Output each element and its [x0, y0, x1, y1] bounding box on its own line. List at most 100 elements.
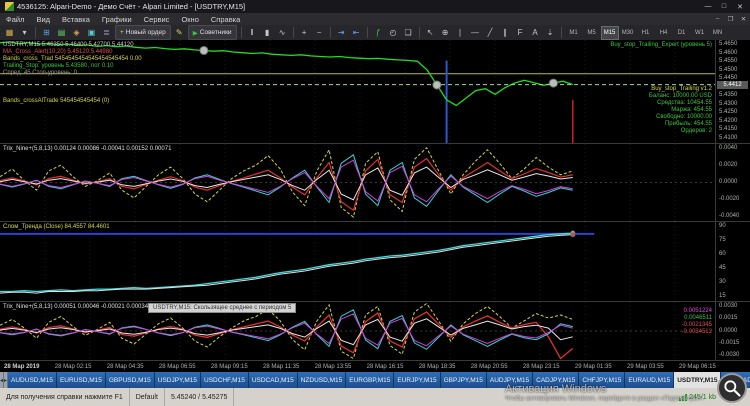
series-trix2-red — [0, 311, 574, 360]
oscillator-pane-1[interactable]: 0.0040 0.0020 0.0000 -0.0020 -0.0040 Trix_Nin… — [0, 144, 750, 221]
chart-tab-audusd[interactable]: AUDUSD,M15 — [8, 372, 57, 388]
line-chart-icon[interactable]: ∿ — [275, 25, 290, 40]
autotrading-button[interactable]: ▶ Советники — [187, 25, 237, 40]
arrows-icon[interactable]: ⇣ — [543, 25, 558, 40]
candles-chart-icon[interactable]: ▮ — [260, 25, 275, 40]
timeframe-button-m15[interactable]: M15 — [600, 25, 619, 40]
terminal-icon[interactable]: ▣ — [84, 25, 99, 40]
bars-chart-icon[interactable]: ‖ — [245, 25, 260, 40]
toolbar-separator — [329, 27, 331, 38]
time-axis-label: 29 Мар 03:55 — [626, 363, 664, 370]
chart-tab-eurjpy[interactable]: EURJPY,M15 — [394, 372, 441, 388]
horizontal-line-icon[interactable]: ― — [468, 25, 483, 40]
timeframe-button-h1[interactable]: H1 — [637, 26, 655, 40]
plot-svg[interactable] — [0, 222, 716, 301]
time-axis-label: 28 Мар 18:35 — [418, 363, 456, 370]
chart-tab-gbpusd[interactable]: GBPUSD,M15 — [105, 372, 155, 388]
cursor-icon[interactable]: ↖ — [423, 25, 438, 40]
timeframe-button-mn[interactable]: MN — [709, 26, 727, 40]
chart-window-control[interactable]: ❐ — [724, 15, 737, 23]
menu-item-графики[interactable]: Графики — [96, 13, 138, 25]
chart-marker — [199, 45, 209, 55]
chart-tab-gbpjpy[interactable]: GBPJPY,M15 — [440, 372, 487, 388]
chart-tab-eurusd[interactable]: EURUSD,M15 — [56, 372, 106, 388]
menu-item-вставка[interactable]: Вставка — [56, 13, 96, 25]
profiles-icon[interactable]: ▾ — [17, 25, 32, 40]
chart-tab-euraud[interactable]: EURAUD,M15 — [625, 372, 675, 388]
text-label-icon[interactable]: A — [528, 25, 543, 40]
chart-area[interactable]: 5.46505.46005.45505.45005.44505.44005.43… — [0, 40, 750, 360]
market-watch-icon[interactable]: ⊞ — [39, 25, 54, 40]
price-scale-label: 0.0040 — [719, 145, 738, 151]
chart-tab-eurgbp[interactable]: EURGBP,M15 — [346, 372, 395, 388]
time-axis-label: 29 Мар 06:15 — [679, 363, 716, 370]
plot-svg[interactable] — [0, 144, 716, 221]
vertical-line-icon[interactable]: ∣ — [453, 25, 468, 40]
strategy-tester-icon[interactable]: ≣ — [99, 25, 114, 40]
price-scale: 5.46505.46005.45505.45005.44505.44005.43… — [715, 40, 750, 143]
time-axis-label: 28 Мар 13:55 — [314, 363, 352, 370]
status-bar: Для получения справки нажмите F1 Default… — [0, 388, 750, 406]
toolbar-separator — [240, 27, 242, 38]
price-scale-label: -0.0040 — [719, 213, 740, 219]
time-axis-label: 28 Мар 23:15 — [522, 363, 560, 370]
menu-item-файл[interactable]: Файл — [0, 13, 30, 25]
chart-window-control[interactable]: – — [711, 15, 724, 23]
momentum-pane[interactable]: 90 75 60 45 30 15 Слом_Тренда (Close) 84.4557 … — [0, 222, 750, 301]
chart-tab-bar: ◂ ▸ AUDUSD,M15 EURUSD,M15 GBPUSD,M15 USDJPY,M… — [0, 372, 750, 388]
menu-item-сервис[interactable]: Сервис — [138, 13, 176, 25]
chart-shift-icon[interactable]: ⇤ — [349, 25, 364, 40]
price-scale: 0.0030 0.0015 0.0000 -0.0015 -0.0030 — [715, 302, 750, 360]
indicators-icon[interactable]: ƒ — [371, 25, 386, 40]
zoom-in-icon[interactable]: + — [297, 25, 312, 40]
data-window-icon[interactable]: ▤ — [54, 25, 69, 40]
metaeditor-icon[interactable]: ✎ — [172, 25, 187, 40]
price-scale-label: 0.0000 — [719, 327, 738, 334]
plot-svg[interactable] — [0, 40, 716, 143]
chart-window-control[interactable]: ✕ — [737, 15, 750, 23]
timeframe-button-h4[interactable]: H4 — [655, 26, 673, 40]
timeframe-button-m30[interactable]: M30 — [619, 26, 637, 40]
plot-svg[interactable] — [0, 302, 716, 360]
title-control[interactable]: ✕ — [732, 3, 748, 11]
oscillator-pane-2[interactable]: 0.0030 0.0015 0.0000 -0.0015 -0.0030 Trix_Nin… — [0, 302, 750, 360]
chart-tab-cadjpy[interactable]: CADJPY,M15 — [533, 372, 580, 388]
title-control[interactable]: □ — [716, 3, 732, 11]
price-scale-label: 15 — [719, 293, 726, 299]
series-trix-white — [0, 166, 573, 201]
time-axis-label: 28 Мар 06:55 — [158, 363, 196, 370]
new-order-button[interactable]: + Новый ордер — [115, 25, 171, 40]
timeframe-button-w1[interactable]: W1 — [691, 26, 709, 40]
price-scale-label: 75 — [719, 237, 726, 243]
timeframe-button-m1[interactable]: M1 — [565, 26, 583, 40]
new-chart-icon[interactable]: ▦ — [2, 25, 17, 40]
title-bar: 4536125: Alpari-Demo - Демо Счёт - Alpar… — [0, 0, 750, 13]
timeframe-button-d1[interactable]: D1 — [673, 26, 691, 40]
price-scale-label: 5.4100 — [719, 135, 738, 141]
channel-icon[interactable]: ∥ — [498, 25, 513, 40]
toolbar: ▦ ▾ ⊞ ▤ ◈ ▣ ≣ + Новый ордер ✎ ▶ Советники ‖ ▮ ∿ + − ⇥ ⇤ ƒ ◴ ❏… — [0, 25, 750, 41]
templates-icon[interactable]: ❏ — [401, 25, 416, 40]
menu-item-справка[interactable]: Справка — [205, 13, 246, 25]
title-control[interactable]: — — [700, 3, 716, 11]
fibonacci-icon[interactable]: F — [513, 25, 528, 40]
price-scale-label: 60 — [719, 251, 726, 257]
auto-scroll-icon[interactable]: ⇥ — [334, 25, 349, 40]
crosshair-icon[interactable]: ⊕ — [438, 25, 453, 40]
chart-tab-usdjpy[interactable]: USDJPY,M15 — [154, 372, 202, 388]
chart-tab-chfjpy[interactable]: CHFJPY,M15 — [579, 372, 626, 388]
menu-item-окно[interactable]: Окно — [175, 13, 204, 25]
navigator-icon[interactable]: ◈ — [69, 25, 84, 40]
chart-tab-audjpy[interactable]: AUDJPY,M15 — [486, 372, 534, 388]
menu-item-вид[interactable]: Вид — [30, 13, 56, 25]
timeframe-button-m5[interactable]: M5 — [583, 26, 601, 40]
chart-tab-usdchf[interactable]: USDCHF,M15 — [201, 372, 249, 388]
periods-icon[interactable]: ◴ — [386, 25, 401, 40]
chart-tab-nzdusd[interactable]: NZDUSD,M15 — [297, 372, 347, 388]
chart-tab-usdcad[interactable]: USDCAD,M15 — [248, 372, 298, 388]
zoom-out-icon[interactable]: − — [312, 25, 327, 40]
chart-tab-usdtry[interactable]: USDTRY,M15 — [674, 372, 722, 388]
trendline-icon[interactable]: ╱ — [483, 25, 498, 40]
zoom-button[interactable] — [717, 373, 747, 403]
price-pane[interactable]: 5.46505.46005.45505.45005.44505.44005.43… — [0, 40, 750, 143]
